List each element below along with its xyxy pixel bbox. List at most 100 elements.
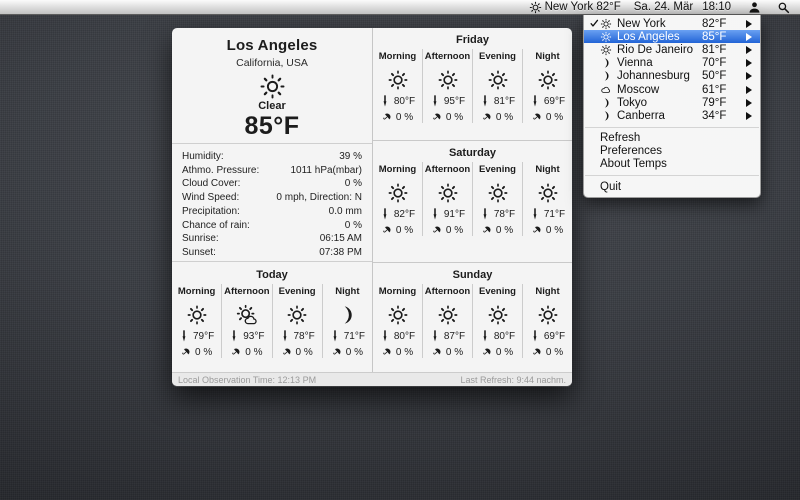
- thermometer-icon: [380, 95, 390, 107]
- temperature-row: 80°F: [473, 330, 522, 342]
- forecast-section-friday: FridayMorning80°F0 %Afternoon95°F0 %Even…: [373, 28, 572, 141]
- rain-chance: 0 %: [446, 225, 463, 236]
- card-footer: Local Observation Time: 12:13 PM Last Re…: [172, 372, 572, 386]
- current-temperature: 85°F: [172, 112, 372, 141]
- umbrella-icon: [282, 346, 292, 358]
- current-conditions-panel: Los Angeles California, USA Clear 85°F H…: [172, 28, 372, 372]
- detail-row: Humidity: 39 %: [182, 150, 362, 164]
- thermometer-icon: [480, 95, 490, 107]
- forecast-section-saturday: SaturdayMorning82°F0 %Afternoon91°F0 %Ev…: [373, 141, 572, 263]
- forecast-cells: Morning80°F0 %Afternoon95°F0 %Evening81°…: [373, 49, 572, 123]
- city-temperature: 61°F: [702, 84, 742, 96]
- umbrella-icon: [482, 224, 492, 236]
- menu-item-city[interactable]: Tokyo79°F: [584, 96, 760, 109]
- weather-details-list: Humidity:39 %Athmo. Pressure:1011 hPa(mb…: [172, 144, 372, 262]
- period-label: Afternoon: [423, 51, 472, 62]
- rain-chance-row: 0 %: [172, 346, 221, 358]
- temperature-row: 78°F: [273, 330, 322, 342]
- detail-label: Humidity:: [182, 150, 224, 164]
- rain-chance: 0 %: [496, 112, 513, 123]
- menu-item-city[interactable]: Los Angeles85°F: [584, 30, 760, 43]
- detail-value: 39 %: [339, 150, 362, 164]
- thermometer-icon: [380, 208, 390, 220]
- rain-chance: 0 %: [546, 347, 563, 358]
- observation-time: Local Observation Time: 12:13 PM: [178, 375, 316, 385]
- menu-item-city[interactable]: Rio De Janeiro81°F: [584, 43, 760, 56]
- menu-bar: New York 82°F Sa. 24. Mär 18:10: [0, 0, 800, 15]
- period-label: Morning: [373, 286, 422, 297]
- detail-label: Precipitation:: [182, 205, 240, 219]
- rain-chance-row: 0 %: [222, 346, 271, 358]
- city-temperature: 34°F: [702, 110, 742, 122]
- temperature-row: 93°F: [222, 330, 271, 342]
- period-temperature: 71°F: [544, 209, 565, 220]
- moon-icon: [600, 57, 615, 69]
- weather-card: Los Angeles California, USA Clear 85°F H…: [172, 28, 572, 386]
- umbrella-icon: [532, 111, 542, 123]
- thermometer-icon: [530, 330, 540, 342]
- temperature-row: 81°F: [473, 95, 522, 107]
- city-name: Tokyo: [615, 97, 702, 109]
- menu-item-about-temps[interactable]: About Temps: [584, 158, 760, 171]
- menu-item-preferences[interactable]: Preferences: [584, 145, 760, 158]
- menu-item-city[interactable]: Johannesburg50°F: [584, 70, 760, 83]
- city-temperature: 70°F: [702, 57, 742, 69]
- rain-chance-row: 0 %: [473, 346, 522, 358]
- user-switch-icon[interactable]: [748, 0, 761, 15]
- thermometer-icon: [430, 208, 440, 220]
- temperature-row: 71°F: [523, 208, 572, 220]
- period-temperature: 71°F: [344, 331, 365, 342]
- city-dropdown-menu: New York82°FLos Angeles85°FRio De Janeir…: [583, 15, 761, 198]
- menubar-weather-status[interactable]: New York 82°F: [529, 0, 621, 15]
- checkmark-icon: [590, 19, 600, 28]
- detail-value: 06:15 AM: [320, 232, 362, 246]
- menu-separator: [585, 175, 759, 176]
- thermometer-icon: [330, 330, 340, 342]
- menu-item-city[interactable]: New York82°F: [584, 17, 760, 30]
- period-label: Night: [323, 286, 372, 297]
- temperature-row: 91°F: [423, 208, 472, 220]
- period-temperature: 87°F: [444, 331, 465, 342]
- menubar-date[interactable]: Sa. 24. Mär: [634, 0, 693, 15]
- period-label: Evening: [473, 51, 522, 62]
- detail-value: 0 %: [345, 219, 362, 233]
- menu-item-quit[interactable]: Quit: [584, 180, 760, 193]
- spotlight-search-icon[interactable]: [777, 0, 790, 15]
- submenu-arrow-icon: [742, 112, 752, 120]
- sun-icon: [437, 182, 459, 204]
- submenu-arrow-icon: [742, 20, 752, 28]
- rain-chance-row: 0 %: [523, 346, 572, 358]
- forecast-day-title: Saturday: [373, 141, 572, 162]
- menu-item-refresh[interactable]: Refresh: [584, 132, 760, 145]
- thermometer-icon: [229, 330, 239, 342]
- sun-icon: [286, 304, 308, 326]
- rain-chance-row: 0 %: [473, 224, 522, 236]
- sun-icon: [437, 69, 459, 91]
- menu-item-city[interactable]: Canberra34°F: [584, 109, 760, 122]
- temperature-row: 78°F: [473, 208, 522, 220]
- menu-item-city[interactable]: Vienna70°F: [584, 57, 760, 70]
- moon-icon: [600, 70, 615, 82]
- submenu-arrow-icon: [742, 46, 752, 54]
- sun-icon: [600, 31, 615, 43]
- period-temperature: 78°F: [294, 331, 315, 342]
- umbrella-icon: [482, 346, 492, 358]
- rain-chance: 0 %: [546, 225, 563, 236]
- temperature-row: 95°F: [423, 95, 472, 107]
- forecast-cell-morning: Morning82°F0 %: [373, 162, 422, 236]
- sun-icon: [437, 304, 459, 326]
- sun-icon: [537, 182, 559, 204]
- detail-row: Chance of rain:0 %: [182, 219, 362, 233]
- temperature-row: 80°F: [373, 330, 422, 342]
- menu-item-city[interactable]: Moscow61°F: [584, 83, 760, 96]
- umbrella-icon: [332, 346, 342, 358]
- city-name: Johannesburg: [615, 70, 702, 82]
- cloud-icon: [600, 84, 615, 96]
- forecast-cell-evening: Evening78°F0 %: [272, 284, 322, 358]
- period-temperature: 80°F: [394, 331, 415, 342]
- city-name: Vienna: [615, 57, 702, 69]
- thermometer-icon: [430, 95, 440, 107]
- rain-chance-row: 0 %: [373, 111, 422, 123]
- sun-cloud-icon: [236, 304, 258, 326]
- menubar-clock[interactable]: 18:10: [702, 0, 731, 15]
